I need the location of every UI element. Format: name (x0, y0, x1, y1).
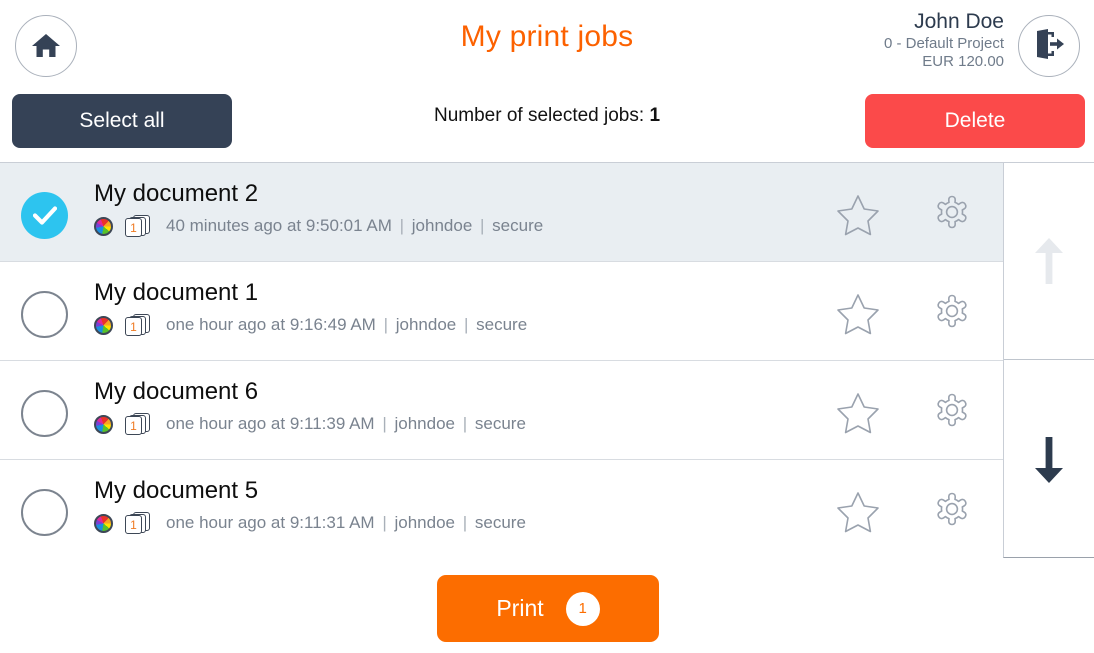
color-wheel-icon (94, 315, 113, 335)
job-meta: 1 one hour ago at 9:16:49 AM | johndoe |… (94, 314, 527, 336)
job-meta: 1 40 minutes ago at 9:50:01 AM | johndoe… (94, 215, 543, 237)
separator: | (462, 414, 468, 433)
separator: | (462, 513, 468, 532)
scroll-up-button[interactable] (1004, 163, 1094, 360)
user-name: John Doe (914, 10, 1004, 33)
job-settings-button[interactable] (924, 286, 980, 342)
selected-jobs-value: 1 (649, 105, 661, 126)
arrow-down-icon (1035, 436, 1063, 483)
job-user: johndoe (395, 315, 457, 334)
separator: | (382, 414, 387, 433)
arrow-up-icon (1035, 238, 1063, 284)
gear-icon (937, 195, 967, 229)
job-checkbox-selected[interactable] (21, 192, 68, 239)
selected-jobs-label: Number of selected jobs: (433, 105, 645, 126)
page-count-value: 1 (125, 416, 142, 435)
logout-icon (1033, 28, 1065, 64)
separator: | (463, 315, 469, 334)
star-icon (837, 393, 879, 434)
job-time: one hour ago at 9:16:49 AM (166, 315, 376, 334)
gear-icon (937, 492, 967, 526)
star-icon (837, 492, 879, 533)
job-mode: secure (474, 414, 526, 433)
job-checkbox[interactable] (21, 291, 68, 338)
separator: | (480, 216, 485, 235)
table-row[interactable]: My document 6 1 one hour ago at 9:11:39 … (0, 361, 1003, 460)
color-wheel-icon (94, 216, 113, 236)
header: My print jobs John Doe 0 - Default Proje… (0, 0, 1094, 90)
job-user: johndoe (394, 414, 455, 433)
job-settings-button[interactable] (924, 385, 980, 441)
print-jobs-screen: My print jobs John Doe 0 - Default Proje… (0, 0, 1094, 653)
page-count-value: 1 (125, 515, 142, 534)
scroll-down-button[interactable] (1004, 361, 1094, 558)
user-info: John Doe 0 - Default Project EUR 120.00 (884, 9, 1004, 71)
job-list: My document 2 1 40 minutes ago at 9:50:0… (0, 162, 1003, 559)
logout-button[interactable] (1018, 15, 1080, 77)
action-bar: Select all Number of selected jobs: 1 De… (0, 94, 1094, 154)
color-wheel-icon (94, 513, 113, 533)
separator: | (382, 513, 387, 532)
job-user: johndoe (394, 513, 455, 532)
separator: | (399, 216, 405, 235)
gear-icon (937, 294, 967, 328)
star-icon (837, 294, 879, 335)
print-count-badge: 1 (565, 591, 600, 626)
job-title: My document 1 (94, 279, 259, 306)
user-project: 0 - Default Project (883, 34, 1004, 52)
page-count-value: 1 (125, 317, 142, 336)
job-user: johndoe (411, 216, 473, 235)
job-title: My document 6 (94, 378, 259, 405)
list-scroll-panel (1003, 162, 1094, 558)
star-icon (837, 195, 879, 236)
job-checkbox[interactable] (21, 390, 68, 437)
job-time: one hour ago at 9:11:31 AM (166, 513, 375, 532)
color-wheel-icon (94, 414, 113, 434)
table-row[interactable]: My document 1 1 one hour ago at 9:16:49 … (0, 262, 1003, 361)
job-title: My document 2 (94, 180, 259, 207)
job-checkbox[interactable] (21, 489, 68, 536)
favorite-star-button[interactable] (830, 484, 886, 540)
job-meta: 1 one hour ago at 9:11:31 AM | johndoe |… (94, 512, 526, 534)
job-settings-button[interactable] (924, 484, 980, 540)
page-count-icon: 1 (125, 215, 151, 237)
delete-button[interactable]: Delete (865, 94, 1085, 148)
job-settings-button[interactable] (924, 187, 980, 243)
separator: | (383, 315, 388, 334)
user-balance: EUR 120.00 (922, 52, 1004, 70)
favorite-star-button[interactable] (830, 187, 886, 243)
check-icon (32, 206, 57, 225)
page-count-value: 1 (125, 218, 142, 237)
job-mode: secure (492, 216, 544, 235)
page-count-icon: 1 (125, 314, 151, 336)
favorite-star-button[interactable] (830, 385, 886, 441)
job-mode: secure (476, 315, 528, 334)
job-time: one hour ago at 9:11:39 AM (166, 414, 375, 433)
job-title: My document 5 (94, 477, 259, 504)
print-button-label: Print (496, 595, 544, 621)
print-button[interactable]: Print 1 (437, 575, 659, 642)
job-mode: secure (474, 513, 526, 532)
favorite-star-button[interactable] (830, 286, 886, 342)
table-row[interactable]: My document 2 1 40 minutes ago at 9:50:0… (0, 163, 1003, 262)
table-row[interactable]: My document 5 1 one hour ago at 9:11:31 … (0, 460, 1003, 559)
job-time: 40 minutes ago at 9:50:01 AM (166, 216, 392, 235)
page-count-icon: 1 (125, 413, 151, 435)
job-meta: 1 one hour ago at 9:11:39 AM | johndoe |… (94, 413, 526, 435)
gear-icon (937, 393, 967, 427)
page-count-icon: 1 (125, 512, 151, 534)
